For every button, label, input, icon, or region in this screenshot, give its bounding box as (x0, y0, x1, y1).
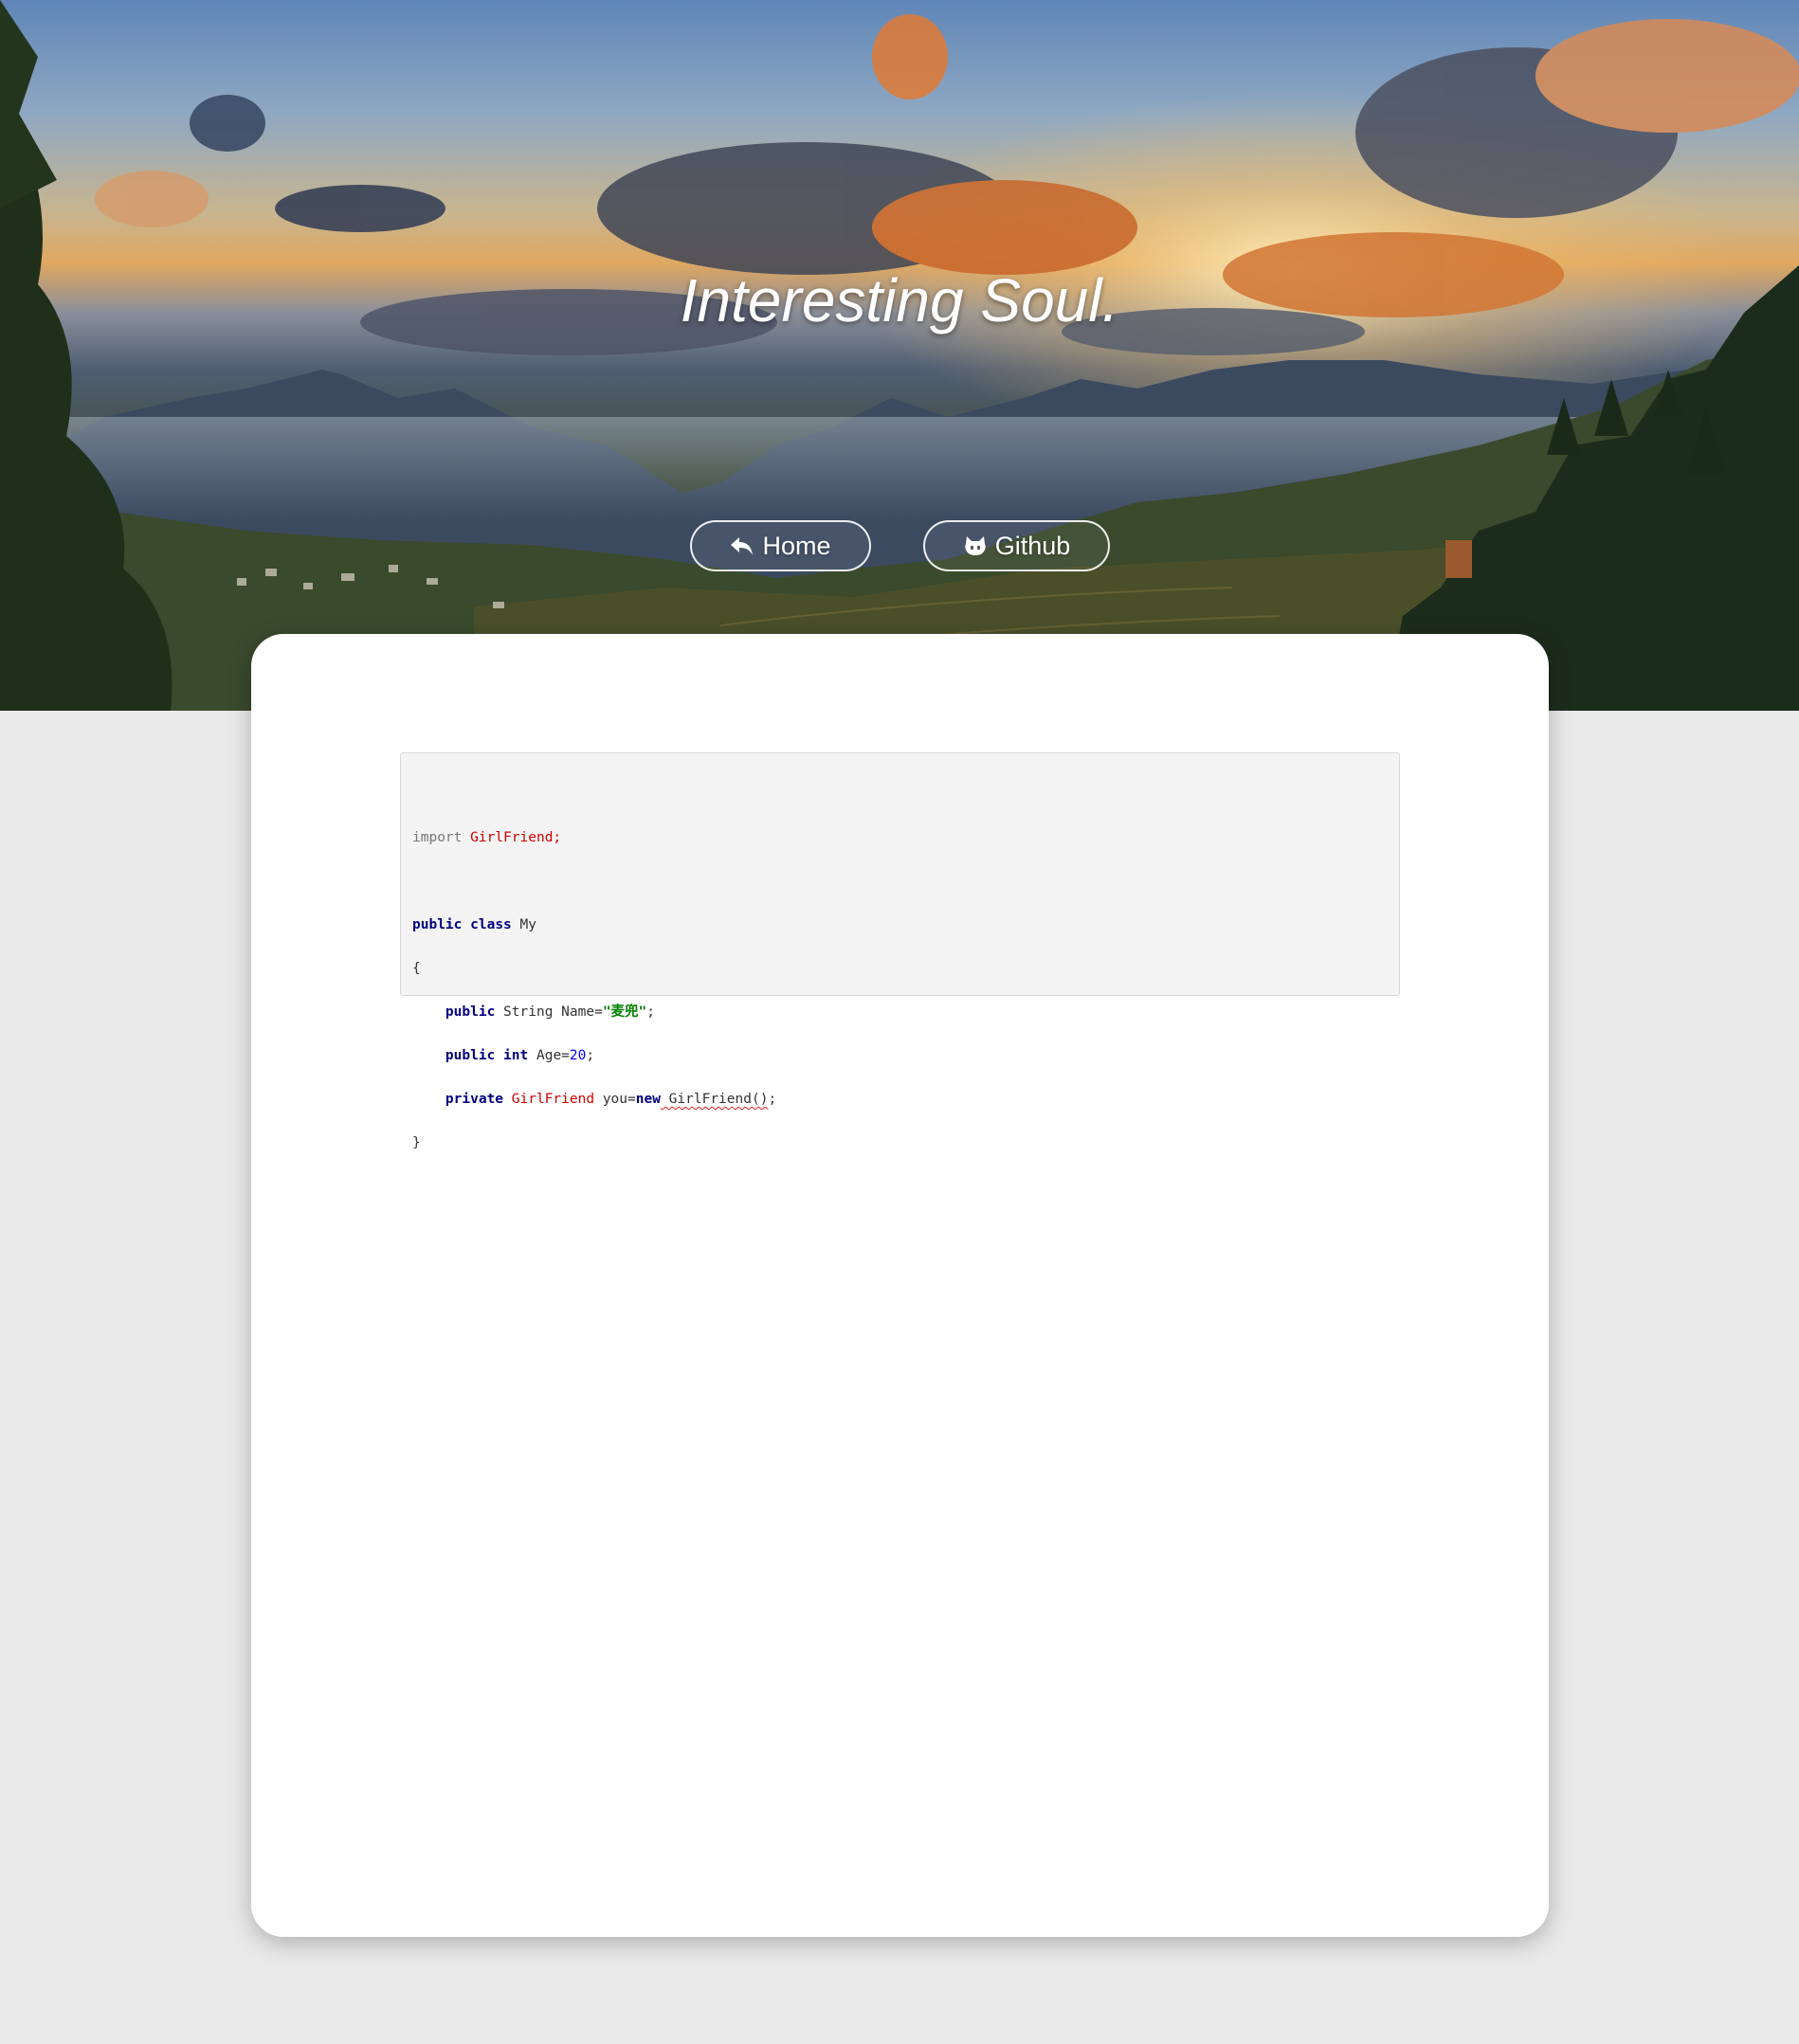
code-l2-type: int (503, 1048, 529, 1063)
code-class-keyword: class (470, 917, 512, 932)
github-octocat-icon (964, 536, 986, 555)
code-class-public: public (412, 917, 463, 932)
hero-banner: Interesting Soul. Home Github (0, 0, 1799, 711)
code-l2-number: 20 (569, 1048, 587, 1063)
code-l2-field: Age= (536, 1048, 570, 1063)
site-title: Interesting Soul. (680, 266, 1119, 335)
home-button-label: Home (762, 531, 831, 560)
code-l3-constructor: GirlFriend() (660, 1092, 769, 1107)
reply-arrow-icon (731, 537, 754, 555)
code-l1-end: ; (646, 1004, 656, 1020)
code-line-close-brace: } (412, 1135, 421, 1150)
code-l3-end: ; (768, 1092, 777, 1107)
code-import-keyword: import (412, 830, 463, 845)
home-button[interactable]: Home (690, 520, 871, 571)
github-button[interactable]: Github (923, 520, 1110, 571)
code-l2-end: ; (586, 1048, 595, 1063)
code-line-import: import GirlFriend; (412, 827, 1388, 849)
code-l3-type: GirlFriend (511, 1092, 595, 1107)
code-line-open-brace: { (412, 961, 421, 976)
code-l3-private: private (445, 1092, 504, 1107)
code-l1-field: Name= (561, 1004, 603, 1020)
code-line-class: public class My (412, 914, 1388, 936)
code-l3-new: new (635, 1092, 661, 1107)
code-l1-type: String (503, 1004, 554, 1020)
github-button-label: Github (994, 531, 1071, 560)
landscape-background (0, 0, 1799, 711)
code-block: import GirlFriend; public class My { pub… (400, 752, 1400, 1150)
content-card: import GirlFriend; public class My { pub… (251, 634, 1549, 1937)
code-import-name: GirlFriend; (470, 830, 562, 845)
code-l1-string: "麦兜" (602, 1004, 647, 1020)
code-line-age-field: public int Age=20; (412, 1045, 1388, 1067)
code-class-name: My (519, 917, 536, 932)
code-line-you-field: private GirlFriend you=new GirlFriend(); (412, 1089, 1388, 1111)
code-l3-field: you= (602, 1092, 636, 1107)
code-l2-public: public (445, 1048, 496, 1063)
code-l1-public: public (445, 1004, 496, 1020)
code-line-name-field: public String Name="麦兜"; (412, 1002, 1388, 1023)
